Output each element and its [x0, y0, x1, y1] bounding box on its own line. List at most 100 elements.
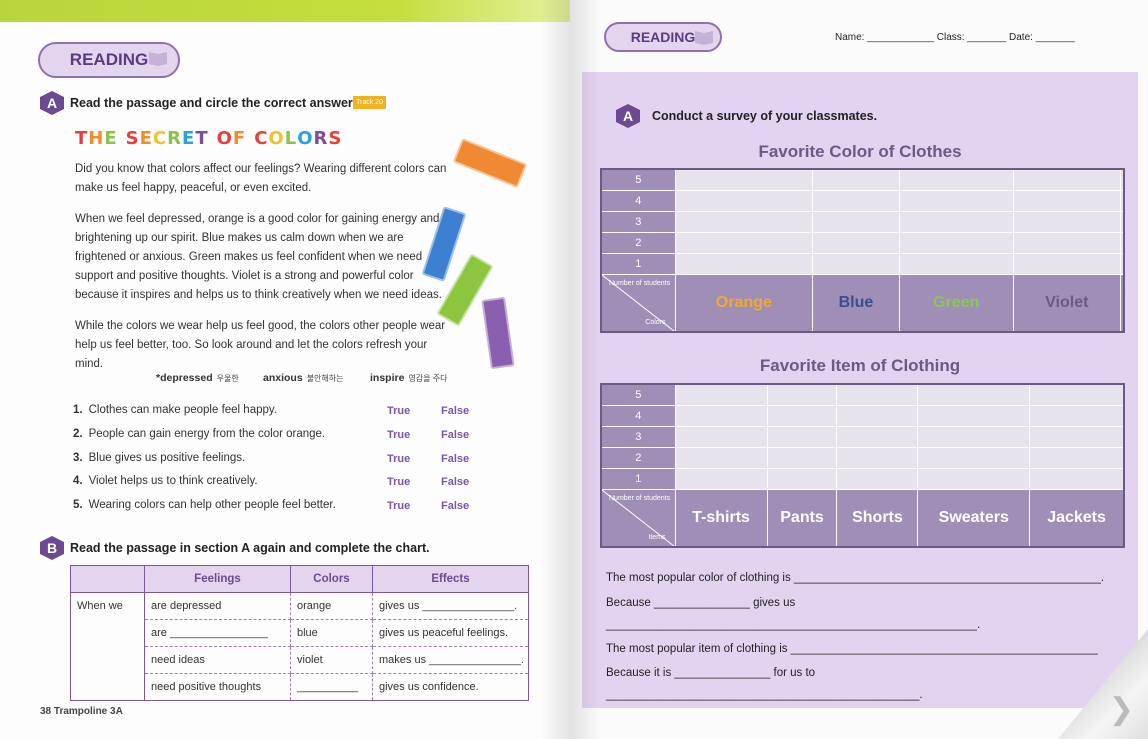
grid-cell[interactable]	[812, 168, 900, 191]
grid-cell[interactable]	[898, 189, 1014, 212]
grid-cell[interactable]	[812, 231, 900, 254]
grid-cell[interactable]	[917, 383, 1031, 406]
track-badge[interactable]: Track 20	[353, 96, 386, 109]
category-row: Number of students Colors Orange Blue Green V…	[600, 273, 1125, 333]
y-axis-value: 1	[600, 467, 676, 490]
grid-cell[interactable]	[766, 383, 838, 406]
false-option-3[interactable]: False	[441, 453, 469, 465]
grid-cell[interactable]	[836, 425, 919, 448]
grid-cell[interactable]	[1012, 210, 1121, 233]
table-cell[interactable]: makes us _______________.	[372, 646, 529, 674]
grid-cell[interactable]	[674, 404, 768, 427]
title-letter: O	[216, 128, 233, 149]
grid-cell[interactable]	[898, 252, 1014, 275]
grid-cell[interactable]	[674, 383, 768, 406]
grid-cell[interactable]	[674, 467, 768, 490]
grid-cell[interactable]	[1012, 168, 1121, 191]
answer-line[interactable]: ________________________________________…	[606, 689, 923, 701]
grid-cell[interactable]	[1029, 467, 1125, 490]
grid-cell[interactable]	[674, 446, 768, 469]
grid-cell[interactable]	[674, 168, 814, 191]
glossary-item: *depressed 우울한	[156, 372, 239, 384]
grid-cell[interactable]	[1119, 210, 1125, 233]
survey-instruction: Conduct a survey of your classmates.	[652, 109, 878, 123]
grid-cell[interactable]	[1029, 404, 1125, 427]
passage-paragraph-1: Did you know that colors affect our feel…	[75, 163, 447, 194]
grid-cell[interactable]	[674, 189, 814, 212]
true-option-3[interactable]: True	[387, 453, 410, 465]
table-cell: gives us peaceful feelings.	[372, 619, 529, 647]
answer-line[interactable]: ________________________________________…	[606, 619, 980, 631]
corner-top-label: Number of students	[609, 279, 671, 287]
grid-cell[interactable]	[836, 383, 919, 406]
grid-row: 2	[600, 446, 1125, 469]
grid-cell[interactable]	[1012, 252, 1121, 275]
title-letter: T	[75, 128, 89, 149]
grid-cell[interactable]	[917, 425, 1031, 448]
grid-cell[interactable]	[898, 210, 1014, 233]
chart-header: Colors	[290, 565, 373, 593]
grid-cell[interactable]	[1119, 168, 1125, 191]
grid-cell[interactable]	[1029, 383, 1125, 406]
grid-cell[interactable]	[766, 404, 838, 427]
grid-cell[interactable]	[674, 425, 768, 448]
row-label: When we	[70, 592, 145, 701]
grid-cell[interactable]	[917, 467, 1031, 490]
grid-cell[interactable]	[898, 168, 1014, 191]
answer-line[interactable]: Because _______________ gives us	[606, 597, 795, 609]
grid-cell[interactable]	[836, 404, 919, 427]
true-option-5[interactable]: True	[387, 500, 410, 512]
grid-cell[interactable]	[812, 189, 900, 212]
reading-badge-label: READING	[630, 29, 696, 45]
answer-line[interactable]: The most popular color of clothing is __…	[606, 572, 1104, 584]
next-page-arrow-icon[interactable]: ❯	[1109, 692, 1134, 727]
category-label: Blue	[812, 273, 900, 333]
table-cell[interactable]: are ________________	[144, 619, 291, 647]
grid-cell[interactable]	[1119, 252, 1125, 275]
y-axis-value: 3	[600, 425, 676, 448]
name-class-date-line[interactable]: Name: ____________ Class: _______ Date: …	[835, 32, 1075, 43]
corner-bottom-label: Colors	[645, 319, 666, 326]
table-cell[interactable]: gives us _______________.	[372, 592, 529, 620]
chart2-title: Favorite Item of Clothing	[759, 356, 961, 375]
grid-cell[interactable]	[1029, 446, 1125, 469]
grid-cell[interactable]	[812, 252, 900, 275]
title-letter: E	[104, 128, 118, 149]
chart-header: Effects	[372, 565, 529, 593]
grid-cell[interactable]	[766, 467, 838, 490]
grid-cell[interactable]	[674, 210, 814, 233]
answer-line[interactable]: The most popular item of clothing is ___…	[606, 643, 1098, 655]
grid-cell[interactable]	[766, 425, 838, 448]
grid-cell[interactable]	[836, 446, 919, 469]
false-option-1[interactable]: False	[441, 405, 469, 417]
grid-cell[interactable]	[836, 467, 919, 490]
answer-line[interactable]: Because it is _______________ for us to	[606, 667, 815, 679]
true-option-4[interactable]: True	[387, 476, 410, 488]
grid-cell[interactable]	[1119, 231, 1125, 254]
title-letter: R	[167, 128, 183, 149]
grid-cell[interactable]	[1029, 425, 1125, 448]
section-a-marker: A	[40, 91, 64, 115]
section-a-marker: A	[616, 104, 640, 128]
grid-cell[interactable]	[1012, 231, 1121, 254]
grid-cell[interactable]	[674, 231, 814, 254]
true-option-1[interactable]: True	[387, 405, 410, 417]
grid-cell[interactable]	[812, 210, 900, 233]
grid-cell[interactable]	[1012, 189, 1121, 212]
grid-cell[interactable]	[917, 446, 1031, 469]
false-option-5[interactable]: False	[441, 500, 469, 512]
grid-cell[interactable]	[766, 446, 838, 469]
false-option-4[interactable]: False	[441, 476, 469, 488]
grid-cell[interactable]	[898, 231, 1014, 254]
grid-cell[interactable]	[917, 404, 1031, 427]
y-axis-value: 1	[600, 252, 676, 275]
question-item: 3. Blue gives us positive feelings.	[73, 452, 246, 464]
table-cell[interactable]: __________	[290, 673, 373, 701]
true-option-2[interactable]: True	[387, 429, 410, 441]
book-icon	[149, 52, 167, 66]
false-option-2[interactable]: False	[441, 429, 469, 441]
grid-cell[interactable]	[1119, 189, 1125, 212]
title-letter: F	[232, 128, 247, 149]
grid-cell[interactable]	[674, 252, 814, 275]
question-item: 5. Wearing colors can help other people f…	[73, 499, 336, 511]
